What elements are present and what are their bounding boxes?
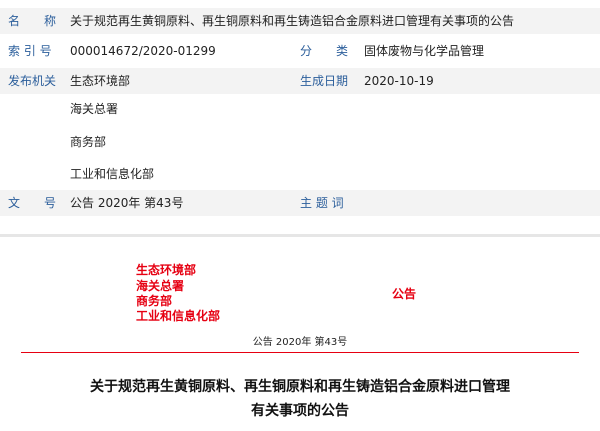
document-body: 生态环境部 海关总署 商务部 工业和信息化部 公告 公告 2020年 第43号 …	[0, 237, 600, 431]
issuer-value-3: 商务部	[70, 135, 107, 149]
doc-title-line-2: 有关事项的公告	[251, 403, 349, 419]
meta-row-issuer: 发布机关 生态环境部 生成日期 2020-10-19	[0, 68, 600, 94]
doc-issuer-3: 商务部	[136, 294, 173, 308]
doc-notice-word: 公告	[392, 287, 417, 301]
doc-issuer-2: 海关总署	[136, 279, 185, 293]
issuer-value-1: 生态环境部	[70, 74, 131, 88]
meta-row-docno: 文 号 公告 2020年 第43号 主 题 词	[0, 190, 600, 216]
date-value: 2020-10-19	[364, 74, 434, 88]
category-value: 固体废物与化学品管理	[364, 44, 485, 58]
docno-label: 文 号	[8, 196, 57, 210]
name-label: 名 称	[8, 14, 57, 28]
meta-row-name: 名 称 关于规范再生黄铜原料、再生铜原料和再生铸造铝合金原料进口管理有关事项的公…	[0, 8, 600, 34]
index-value: 000014672/2020-01299	[70, 44, 216, 58]
topic-label: 主 题 词	[300, 196, 344, 210]
index-label: 索 引 号	[8, 44, 52, 58]
meta-row-index: 索 引 号 000014672/2020-01299 分 类 固体废物与化学品管…	[0, 38, 600, 64]
document-metadata-panel: 名 称 关于规范再生黄铜原料、再生铜原料和再生铸造铝合金原料进口管理有关事项的公…	[0, 0, 600, 237]
doc-title-line-1: 关于规范再生黄铜原料、再生铜原料和再生铸造铝合金原料进口管理	[90, 379, 510, 395]
doc-number: 公告 2020年 第43号	[252, 337, 348, 348]
red-header-line	[21, 352, 579, 353]
docno-value: 公告 2020年 第43号	[70, 196, 184, 210]
name-value: 关于规范再生黄铜原料、再生铜原料和再生铸造铝合金原料进口管理有关事项的公告	[70, 14, 515, 28]
issuer-value-2: 海关总署	[70, 102, 119, 116]
date-label: 生成日期	[300, 74, 349, 88]
doc-issuer-1: 生态环境部	[136, 263, 197, 277]
issuer-value-4: 工业和信息化部	[70, 167, 155, 181]
issuer-label: 发布机关	[8, 74, 57, 88]
category-label: 分 类	[300, 44, 349, 58]
doc-issuer-4: 工业和信息化部	[136, 309, 221, 323]
